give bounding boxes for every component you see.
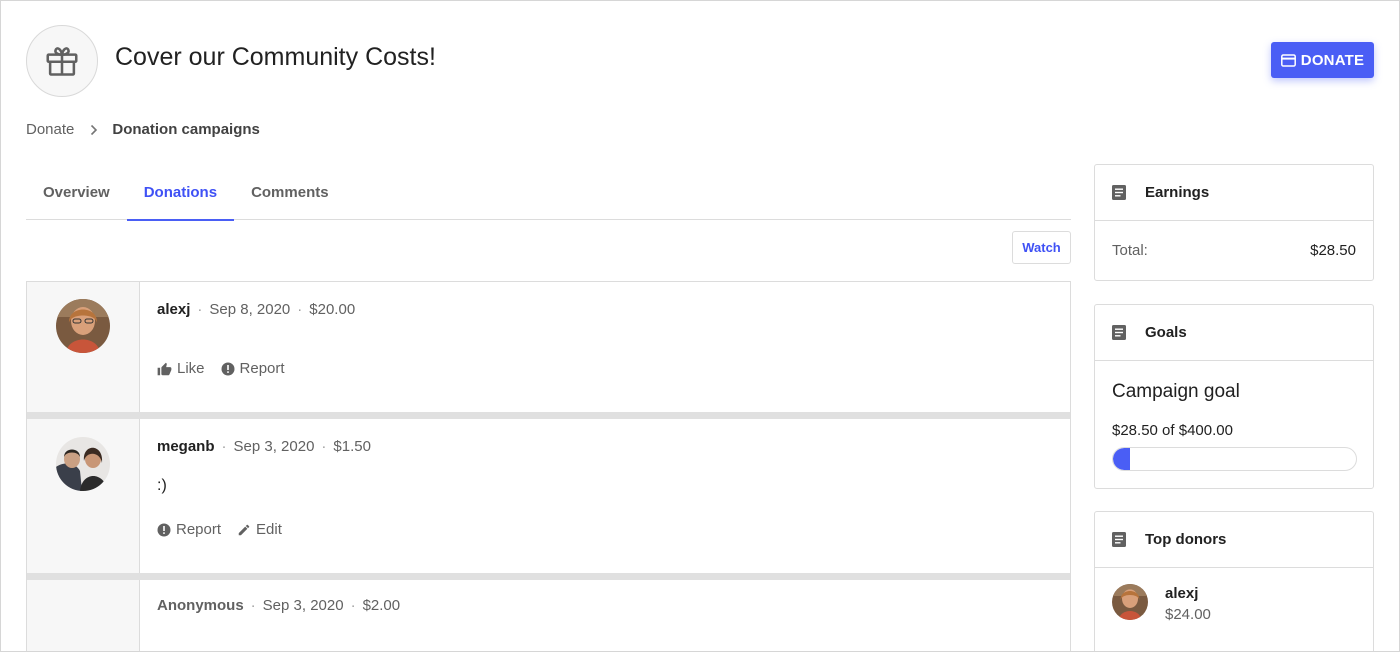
watch-button[interactable]: Watch [1012, 231, 1071, 264]
donation-item: alexj · Sep 8, 2020 · $20.00 Like Report [27, 282, 1070, 412]
donation-meta: Anonymous · Sep 3, 2020 · $2.00 [157, 597, 401, 614]
like-label: Like [177, 360, 205, 377]
goal-title: Campaign goal [1112, 381, 1240, 402]
earnings-total-label: Total: [1112, 241, 1148, 259]
top-donors-title: Top donors [1145, 531, 1227, 548]
article-icon [1112, 325, 1126, 340]
donation-date: Sep 8, 2020 [209, 301, 291, 318]
gift-icon [46, 47, 78, 76]
donation-meta: alexj · Sep 8, 2020 · $20.00 [157, 301, 356, 318]
donation-item: meganb · Sep 3, 2020 · $1.50 :) Report E… [27, 419, 1070, 573]
report-button[interactable]: Report [157, 521, 221, 538]
goals-title: Goals [1145, 324, 1187, 341]
pencil-icon [238, 524, 250, 535]
chevron-right-icon [90, 124, 98, 136]
donation-actions: Report Edit [157, 521, 282, 538]
article-icon [1112, 532, 1126, 547]
alert-circle-icon [221, 362, 235, 375]
donation-amount: $20.00 [309, 301, 356, 318]
page-frame: Cover our Community Costs! DONATE Donate… [0, 0, 1400, 652]
avatar[interactable] [1112, 584, 1148, 620]
donation-actions: Like Report [157, 360, 285, 377]
row-divider [27, 412, 1070, 419]
row-divider [27, 573, 1070, 580]
donate-button-label: DONATE [1300, 51, 1365, 69]
earnings-card: Earnings Total: $28.50 [1094, 164, 1374, 281]
donation-message: :) [157, 477, 167, 494]
report-label: Report [176, 521, 222, 538]
breadcrumb: Donate Donation campaigns [26, 121, 260, 138]
donation-item: Anonymous · Sep 3, 2020 · $2.00 [27, 580, 1070, 651]
donation-meta: meganb · Sep 3, 2020 · $1.50 [157, 438, 371, 455]
donate-button[interactable]: DONATE [1271, 42, 1374, 78]
top-donors-card: Top donors alexj $24.00 [1094, 511, 1374, 651]
goal-amount: $28.50 of $400.00 [1112, 422, 1233, 439]
donor-username[interactable]: alexj [157, 301, 190, 318]
donor-username[interactable]: meganb [157, 438, 215, 455]
avatar[interactable] [56, 299, 110, 353]
report-button[interactable]: Report [221, 360, 285, 377]
earnings-title: Earnings [1145, 184, 1210, 201]
earnings-total-value: $28.50 [1310, 241, 1356, 259]
like-button[interactable]: Like [157, 360, 205, 377]
thumbs-up-icon [157, 362, 172, 375]
top-donor-amount: $24.00 [1165, 606, 1211, 623]
donation-amount: $1.50 [333, 438, 371, 455]
top-donor-item: alexj $24.00 [1112, 584, 1211, 623]
edit-label: Edit [256, 521, 282, 538]
donor-username: Anonymous [157, 597, 244, 614]
breadcrumb-donation-campaigns[interactable]: Donation campaigns [112, 121, 260, 138]
donation-amount: $2.00 [362, 597, 401, 614]
top-donor-username[interactable]: alexj [1165, 585, 1211, 602]
tab-donations[interactable]: Donations [126, 164, 235, 221]
campaign-icon [26, 25, 98, 97]
donations-list: alexj · Sep 8, 2020 · $20.00 Like Report… [26, 281, 1071, 651]
credit-card-icon [1280, 53, 1296, 67]
report-label: Report [239, 360, 285, 377]
tab-comments[interactable]: Comments [234, 164, 346, 220]
edit-button[interactable]: Edit [237, 521, 282, 538]
goal-progress-bar [1112, 447, 1357, 471]
breadcrumb-donate[interactable]: Donate [26, 121, 74, 138]
donation-date: Sep 3, 2020 [262, 597, 344, 614]
alert-circle-icon [157, 523, 171, 536]
page-title: Cover our Community Costs! [115, 43, 436, 71]
article-icon [1112, 185, 1126, 200]
donation-date: Sep 3, 2020 [233, 438, 315, 455]
goal-progress-fill [1113, 448, 1131, 470]
tab-bar: Overview Donations Comments [26, 164, 1071, 221]
avatar[interactable] [56, 437, 110, 491]
tab-overview[interactable]: Overview [26, 164, 127, 220]
goals-card: Goals Campaign goal $28.50 of $400.00 [1094, 304, 1374, 489]
